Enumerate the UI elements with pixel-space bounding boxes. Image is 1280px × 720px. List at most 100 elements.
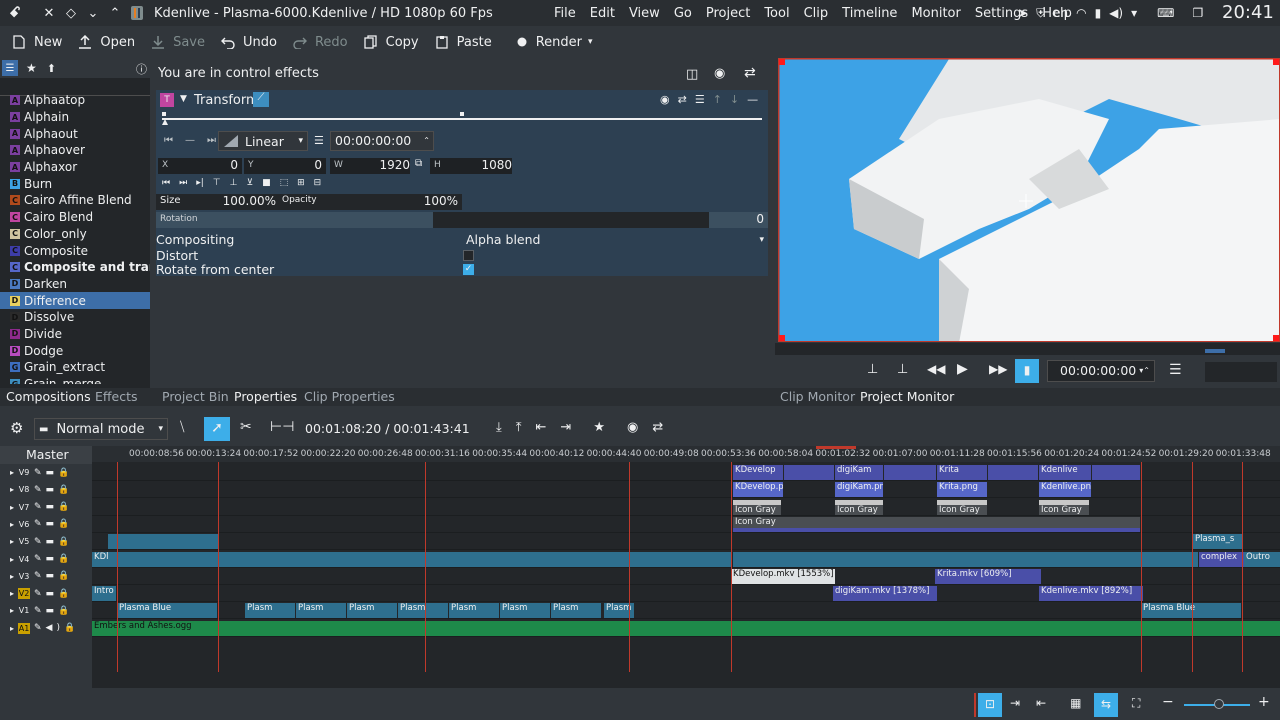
menu-tool[interactable]: Tool [764,6,789,21]
tab-project-bin[interactable]: Project Bin [162,389,229,404]
expand-track-icon[interactable]: ▸ [10,537,14,546]
favorite-star-icon[interactable]: ★ [593,420,605,435]
effect-item[interactable]: D Dissolve [0,309,150,326]
track-row[interactable]: Embers and Ashes.ogg [92,620,1280,637]
timeline-settings-icon[interactable]: ⇄ [652,420,663,435]
timeline-clip[interactable]: Plasm [500,603,550,619]
set-out-icon[interactable]: ⊥ [897,362,908,377]
lock-ratio-icon[interactable]: ⧉ [415,158,422,169]
settings-sliders-icon[interactable]: ⇄ [744,65,756,81]
tab-properties[interactable]: Properties [234,389,297,404]
track-controls-icon[interactable]: ✎▬🔒 [34,606,73,616]
maximize-icon[interactable]: ⌃ [104,0,126,26]
track-header[interactable]: ▸ V7 ✎▬🔒 [0,499,92,516]
undo-button[interactable]: Undo [213,26,285,58]
zoom-fit-timeline-icon[interactable]: ⊡ [978,693,1002,717]
timeline-clip[interactable]: KDevelop.pr [733,482,783,498]
keyboard-icon[interactable]: ⌨ [1157,6,1174,20]
move-up-icon[interactable]: ↑ [713,93,722,106]
timeline-clip[interactable]: digiKam.mkv [1378%] [833,586,937,602]
h-field[interactable]: H 1080 [430,158,512,174]
menu-view[interactable]: View [629,6,660,21]
track-row[interactable]: KDevelop.pr digiKam.pn Krita.png Kdenlive.p… [92,481,1280,499]
timeline-clip[interactable]: Plasm [245,603,295,619]
snap-icon[interactable]: ◉ [627,420,638,435]
info-icon[interactable]: ⓘ [136,61,147,77]
effect-item[interactable]: C Composite [0,242,150,259]
copy-button[interactable]: Copy [356,26,427,58]
size-field[interactable]: Size 100.00% [156,194,280,210]
expand-track-icon[interactable]: ▸ [10,468,14,477]
align-hcenter-icon[interactable]: ⏭ [179,178,187,188]
effect-item[interactable]: C Cairo Blend [0,209,150,226]
overwrite-icon[interactable]: ⤒ [516,420,522,435]
timeline-clip[interactable]: Plasm [449,603,499,619]
align-bottom-icon[interactable]: ⊻ [246,178,253,188]
battery-icon[interactable]: ▮ [1095,6,1102,20]
telegram-icon[interactable]: ➤ [1018,6,1028,20]
timeline-clip[interactable]: Plasm [551,603,601,619]
ripple-icon[interactable]: ⇥ [1010,696,1020,710]
timeline[interactable]: Master ▸ V9 ✎▬🔒 ▸ V8 ✎▬🔒 ▸ V7 ✎▬🔒 ▸ V6 ✎▬🔒 ▸ V5 ✎▬🔒 ▸ V4… [0,446,1280,688]
timeline-clip[interactable]: Plasm [296,603,346,619]
timeline-clip[interactable]: Icon Gray [1039,499,1089,515]
remove-keyframe-icon[interactable]: — [185,135,195,146]
effect-item[interactable]: D Dodge [0,342,150,359]
restore-icon[interactable]: ❐ [1192,6,1203,20]
wifi-icon[interactable]: ◠ [1076,6,1086,20]
monitor-menu-icon[interactable]: ☰ [1169,362,1182,378]
menu-file[interactable]: File [554,6,576,21]
zoom-out-icon[interactable]: − [1162,694,1174,710]
tray-expand-icon[interactable]: ▾ [1131,6,1137,20]
timeline-clip[interactable]: KDevelop.mkv [1553%] [731,568,835,584]
effect-item[interactable]: A Alphaatop [0,92,150,109]
forward-icon[interactable]: ▶▶ [989,362,1007,376]
corner-handle[interactable] [1273,59,1279,65]
timeline-clip[interactable]: Icon Gray [733,516,1140,532]
redo-button[interactable]: Redo [285,26,356,58]
tab-project-monitor[interactable]: Project Monitor [860,389,954,404]
timeline-clip[interactable]: digiKam.pn [835,482,883,498]
align-left-icon[interactable]: ⏮ [162,178,170,188]
paste-button[interactable]: Paste [427,26,500,58]
timeline-clip[interactable]: Kdenlive.mkv [892%] [1039,586,1143,602]
expand-track-icon[interactable]: ▸ [10,572,14,581]
collapse-arrow-icon[interactable]: ▼ [180,94,187,104]
eye-icon[interactable]: ◉ [714,66,725,81]
vpn-icon[interactable]: ⛨ [1036,6,1045,21]
align-top-icon[interactable]: ⊤ [213,178,221,188]
timeline-clip[interactable]: Krita.mkv [609%] [935,568,1041,584]
eye-icon[interactable]: ◉ [660,93,670,106]
save-button[interactable]: Save [143,26,213,58]
mode-select[interactable]: ▬ Normal mode ▾ [34,418,168,440]
effect-item[interactable]: A Alphaover [0,142,150,159]
x-field[interactable]: X 0 [158,158,242,174]
menu-icon[interactable]: ☰ [695,93,705,106]
swap-icon[interactable]: ⇄ [678,93,687,106]
effect-item[interactable]: C Cairo Affine Blend [0,192,150,209]
track-controls-icon[interactable]: ✎▬🔒 [34,468,73,478]
track-row[interactable]: Intro digiKam.mkv [1378%] Kdenlive.mkv [89… [92,585,1280,603]
timeline-clip[interactable]: Outro [1244,551,1280,567]
spacer-tool-icon[interactable]: ⊢⊣ [270,419,294,435]
menu-clip[interactable]: Clip [804,6,829,21]
lift-icon[interactable]: ⇥ [560,420,571,435]
effect-item[interactable]: A Alphain [0,109,150,126]
keyframe-menu-icon[interactable]: ☰ [314,134,324,147]
favorites-star-icon[interactable]: ★ [26,61,37,75]
expand-track-icon[interactable]: ▸ [10,485,14,494]
track-row[interactable]: Plasma Blue Plasm Plasm Plasm Plasm Plasm Plas… [92,602,1280,620]
track-controls-icon[interactable]: ✎▬🔒 [34,589,73,599]
menu-project[interactable]: Project [706,6,750,21]
track-header[interactable]: ▸ V6 ✎▬🔒 [0,516,92,533]
rotate-center-checkbox[interactable]: ✓ [463,264,474,275]
timeline-clip[interactable] [733,551,1143,567]
timeline-clip[interactable]: Icon Gray [835,499,883,515]
effect-item[interactable]: G Grain_extract [0,359,150,376]
track-row[interactable]: KDevelop digiKam Krita Kdenlive [92,464,1280,481]
expand-track-icon[interactable]: ▸ [10,606,14,615]
track-controls-icon[interactable]: ✎▬🔒 [34,571,73,581]
minimize-icon[interactable]: ⌄ [82,0,104,26]
timeline-clip[interactable] [1143,551,1198,567]
cut-tool-icon[interactable]: ✂ [240,419,252,435]
